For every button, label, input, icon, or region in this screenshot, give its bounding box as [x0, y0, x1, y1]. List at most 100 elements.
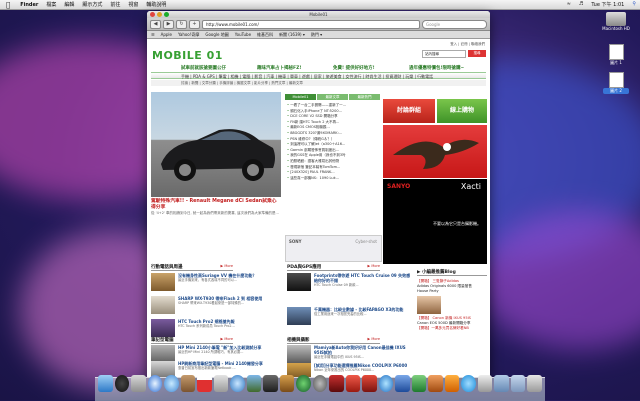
more-link[interactable]: ▶ More — [368, 264, 380, 268]
more-link[interactable]: ▶ More — [221, 337, 233, 341]
imovie-icon[interactable] — [263, 375, 278, 392]
article-item[interactable]: SHARP WX-T930 帶來Flash 2 到 相容使用 SHARP 帶來WX… — [151, 296, 281, 314]
bookmark-item[interactable]: 熱門 ▾ — [311, 32, 322, 38]
sub-nav[interactable]: 討論 | 新聞 | 文章分類 | 手機評論 | 機麗文章 | 影片分享 | 熱門… — [151, 80, 486, 86]
forum-banner[interactable]: 討論群組 — [383, 99, 435, 123]
article-title[interactable]: Footprints帶你遊 HTC Touch Cruise 09 失效感給你好… — [314, 273, 412, 283]
promo-link[interactable]: 免費! 提供好好地方! — [333, 65, 375, 71]
sanyo-ad-caption: 不要以為它只是台攝影機。 — [433, 221, 481, 226]
applications-folder-icon[interactable] — [494, 375, 509, 392]
tab-latest[interactable]: 最新文章 — [317, 94, 348, 100]
news-item[interactable]: 這些真一部機NS：1090 Luk... — [287, 176, 380, 182]
blog-item[interactable]: 【開箱】一萬多元買名牌好看NB — [417, 326, 487, 331]
sony-ad-banner[interactable]: SONY Cyber-shot — [285, 235, 382, 262]
menu-item-go[interactable]: 前往 — [106, 1, 124, 8]
trash-icon[interactable] — [527, 375, 542, 392]
safari-icon[interactable] — [147, 375, 163, 392]
itunes-icon[interactable] — [230, 375, 245, 392]
apple-menu-icon[interactable]:  — [0, 1, 16, 9]
minimize-button[interactable] — [157, 12, 162, 17]
bookmark-item[interactable]: Yahoo!奇摩 — [178, 32, 199, 38]
ichat-icon[interactable] — [164, 375, 179, 392]
bookmark-item[interactable]: Google 地圖 — [205, 32, 228, 38]
desktop-icon-picture-2[interactable]: 圖片 2 — [603, 72, 629, 94]
blog-thumbnail[interactable] — [417, 296, 441, 314]
menu-app-name[interactable]: Finder — [16, 2, 42, 8]
article-item[interactable]: Mamiya新Auto你我好好用 Canon最佳機 IXUS 95IS試拍 最近在… — [287, 345, 412, 363]
site-search-input[interactable]: 站內搜尋 — [422, 50, 466, 58]
promo-link[interactable]: 試車前就該搶要圖公仔 — [181, 65, 226, 71]
article-item[interactable]: Footprints帶你遊 HTC Touch Cruise 09 失效感給你好… — [287, 273, 412, 291]
sanyo-ad-banner[interactable]: SANYO Xacti 不要以為它只是台攝影機。 — [383, 179, 487, 264]
spotlight-icon[interactable]: ⚲ — [628, 1, 640, 8]
finder-icon[interactable] — [98, 375, 113, 392]
tab-mobile01[interactable]: Mobile01 — [285, 94, 316, 100]
main-nav[interactable]: 手機 | PDA & GPS | 筆電 | 相機 | 電腦 | 影音 | 汽車 … — [151, 72, 486, 79]
search-field[interactable]: Google — [422, 19, 487, 29]
calendar-icon[interactable] — [477, 375, 493, 392]
desktop-icon-picture-1[interactable]: 圖片 1 — [603, 44, 629, 66]
menu-item-edit[interactable]: 編輯 — [60, 1, 78, 8]
excel-icon[interactable] — [411, 375, 427, 392]
section-title-text: 行動電話與周邊 — [151, 265, 183, 270]
flash-icon[interactable] — [362, 375, 377, 392]
address-book-icon[interactable] — [180, 375, 196, 392]
car-illustration — [161, 129, 275, 181]
menu-item-window[interactable]: 視窗 — [124, 1, 142, 8]
eagle-ad-banner[interactable] — [383, 125, 487, 178]
iphoto-icon[interactable] — [246, 375, 262, 392]
pdf-icon[interactable] — [345, 375, 361, 392]
more-link[interactable]: ▶ More — [368, 337, 380, 341]
headline-car-image[interactable] — [151, 92, 281, 197]
bookmark-icon[interactable]: ☰ — [151, 32, 155, 37]
menu-item-help[interactable]: 輔助說明 — [142, 1, 170, 8]
more-link[interactable]: ▶ More — [221, 264, 233, 268]
skype-icon[interactable] — [461, 375, 476, 392]
photo-booth-icon[interactable] — [329, 375, 344, 392]
volume-icon[interactable]: ♬ — [575, 1, 587, 8]
desktop-icon-hd[interactable]: Macintosh HD — [599, 12, 633, 31]
back-button[interactable]: ◀ — [150, 19, 161, 29]
promo-link[interactable]: 過年優惠特價包!限時搶購~ — [409, 65, 464, 71]
time-machine-icon[interactable] — [296, 375, 311, 392]
close-button[interactable] — [150, 12, 155, 17]
bookmark-item[interactable]: 維基百科 — [257, 32, 273, 38]
window-titlebar[interactable]: Mobile01 — [147, 11, 490, 18]
dashboard-icon[interactable] — [114, 375, 130, 392]
shop-banner[interactable]: 線上購物 — [437, 99, 487, 123]
blog-item[interactable]: House Party — [417, 289, 487, 294]
word-icon[interactable] — [395, 375, 410, 392]
tab-hot[interactable]: 最新熱門 — [349, 94, 380, 100]
bookmark-item[interactable]: Apple — [161, 32, 172, 37]
site-logo[interactable]: MOBILE 01 — [152, 49, 223, 62]
wifi-icon[interactable]: ≈ — [563, 1, 575, 8]
headline-title[interactable]: 駕駛特殊汽車!! - Renault Megane dCi Sedan試乘心得分… — [151, 199, 281, 211]
article-item[interactable]: HTC Touch Pro2 規格搶先報 HTC Touch 系列新成員 Touc… — [151, 319, 281, 337]
site-top-links[interactable]: 登入 | 註冊 | 聯絡我們 — [450, 42, 485, 47]
article-item[interactable]: 千萬機器：比較全數據 - 比較FAPAGO X3的功能 從工業用途來一次相當完善的… — [287, 307, 412, 325]
garageband-icon[interactable] — [279, 375, 295, 392]
zoom-button[interactable] — [164, 12, 169, 17]
preview-icon[interactable] — [213, 375, 229, 392]
article-desc: 惠普日前宣布推出新款筆電Netbook ... — [178, 366, 236, 370]
site-search-button[interactable]: 搜尋 — [468, 50, 486, 57]
add-bookmark-button[interactable]: + — [189, 19, 200, 29]
menu-item-file[interactable]: 檔案 — [42, 1, 60, 8]
ical-icon[interactable] — [197, 375, 212, 392]
documents-folder-icon[interactable] — [510, 375, 526, 392]
bookmark-item[interactable]: YouTube — [235, 32, 251, 37]
powerpoint-icon[interactable] — [428, 375, 443, 392]
article-item[interactable]: 沒有機身性高Suriage VV 機在什麼功能？ 最近手機到來，有各式各樣不同的可… — [151, 273, 281, 291]
mail-icon[interactable] — [131, 375, 146, 392]
vlc-icon[interactable] — [444, 375, 460, 392]
promo-link[interactable]: 趣味汽車占卜揭秘FZ! — [257, 65, 301, 71]
network-icon[interactable] — [378, 375, 394, 392]
article-title[interactable]: Mamiya新Auto你我好好用 Canon最佳機 IXUS 95IS試拍 — [314, 345, 412, 355]
menu-item-view[interactable]: 顯示方式 — [78, 1, 106, 8]
url-field[interactable]: http://www.mobile01.com/ — [202, 19, 420, 29]
menubar-clock[interactable]: Tue 下午 1:01 — [587, 1, 628, 8]
bookmark-item[interactable]: 新聞 (1639) ▾ — [279, 32, 305, 38]
reload-button[interactable]: ↻ — [176, 19, 187, 29]
forward-button[interactable]: ▶ — [163, 19, 174, 29]
system-preferences-icon[interactable] — [312, 375, 328, 392]
